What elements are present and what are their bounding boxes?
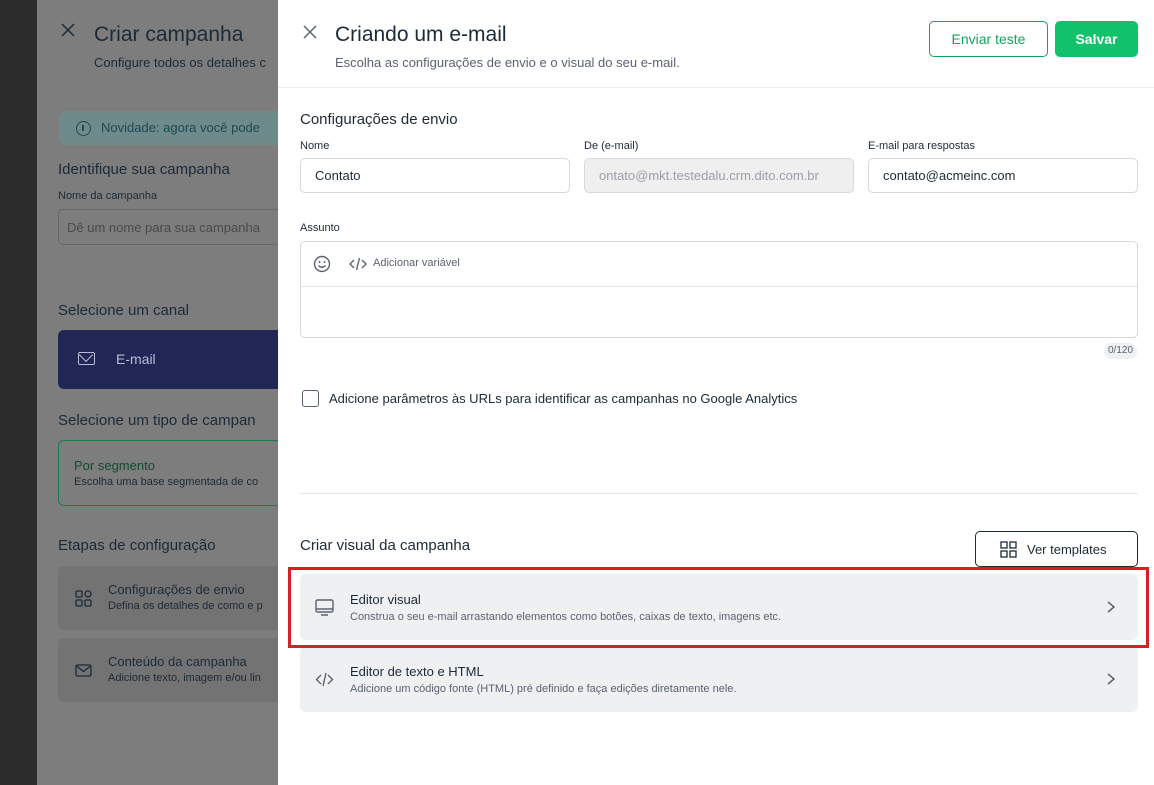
grid-icon [75,590,92,607]
html-editor-title: Editor de texto e HTML [350,664,484,679]
segment-type-card: Por segmento Escolha uma base segmentada… [58,440,278,506]
background-title: Criar campanha [94,23,244,46]
step-send-settings-desc: Defina os detalhes de como e p [108,600,263,612]
from-input [585,159,853,192]
subject-editor: Adicionar variável [300,241,1138,338]
drawer-header: Criando um e-mail Escolha as configuraçõ… [278,0,1154,88]
analytics-checkbox[interactable] [302,390,319,407]
emoji-icon[interactable] [313,255,331,273]
from-label: De (e-mail) [584,140,639,152]
reply-input[interactable] [869,159,1137,192]
chevron-right-icon [1107,601,1116,613]
steps-heading: Etapas de configuração [58,537,216,554]
visual-editor-option[interactable]: Editor visual Construa o seu e-mail arra… [300,574,1138,640]
add-variable-button[interactable]: Adicionar variável [373,257,460,269]
visual-editor-title: Editor visual [350,592,421,607]
subject-toolbar: Adicionar variável [301,242,1137,287]
background-subtitle: Configure todos os detalhes c [94,55,266,70]
subject-label: Assunto [300,222,340,234]
code-icon [349,257,367,271]
channel-email-label: E-mail [116,351,156,367]
chevron-right-icon [1107,673,1116,685]
type-heading: Selecione um tipo de campan [58,412,256,429]
channel-email-card: E-mail [58,330,278,389]
step-content: Conteúdo da campanha Adicione texto, ima… [58,638,278,702]
send-test-button[interactable]: Enviar teste [929,21,1048,57]
mail-icon [75,664,92,677]
background-campaign-panel: Criar campanha Configure todos os detalh… [37,0,278,785]
from-field [584,158,854,193]
section-divider [300,493,1138,494]
step-content-desc: Adicione texto, imagem e/ou lin [108,672,261,684]
channel-heading: Selecione um canal [58,302,189,319]
save-button[interactable]: Salvar [1055,21,1138,57]
html-editor-option[interactable]: Editor de texto e HTML Adicione um códig… [300,646,1138,712]
step-send-settings: Configurações de envio Defina os detalhe… [58,566,278,630]
monitor-icon [315,599,334,616]
subject-char-counter: 0/120 [1104,343,1138,359]
close-icon [61,23,75,37]
backdrop-strip [0,0,37,785]
email-drawer: Criando um e-mail Escolha as configuraçõ… [278,0,1154,785]
mail-icon [78,352,95,365]
templates-grid-icon [1000,541,1017,558]
step-send-settings-title: Configurações de envio [108,582,245,597]
segment-title: Por segmento [74,458,155,473]
news-banner-text: Novidade: agora você pode [101,120,261,135]
send-settings-heading: Configurações de envio [300,111,458,128]
name-field[interactable] [300,158,570,193]
analytics-label[interactable]: Adicione parâmetros às URLs para identif… [329,391,797,406]
info-icon [76,121,91,136]
campaign-name-placeholder: Dê um nome para sua campanha [67,220,260,235]
segment-desc: Escolha uma base segmentada de co [74,476,259,488]
step-content-title: Conteúdo da campanha [108,654,247,669]
identify-heading: Identifique sua campanha [58,161,230,178]
reply-field[interactable] [868,158,1138,193]
campaign-name-input: Dê um nome para sua campanha [58,209,278,245]
reply-label: E-mail para respostas [868,140,975,152]
html-editor-desc: Adicione um código fonte (HTML) pré defi… [350,683,737,695]
page-subtitle: Escolha as configurações de envio e o vi… [335,55,680,70]
name-input[interactable] [301,159,569,192]
campaign-name-label: Nome da campanha [58,190,158,202]
view-templates-button[interactable]: Ver templates [975,531,1138,567]
visual-editor-desc: Construa o seu e-mail arrastando element… [350,611,782,623]
name-label: Nome [300,140,330,152]
code-icon [315,672,334,687]
close-icon[interactable] [301,23,319,41]
visual-heading: Criar visual da campanha [300,537,471,554]
view-templates-label: Ver templates [1027,542,1107,557]
subject-input[interactable] [301,288,1137,337]
page-title: Criando um e-mail [335,23,507,46]
news-banner: Novidade: agora você pode [59,111,278,145]
